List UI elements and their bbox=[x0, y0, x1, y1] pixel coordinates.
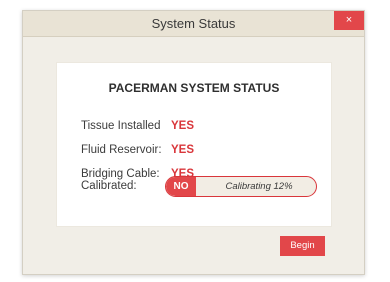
bridging-cable-label: Bridging Cable: bbox=[81, 168, 160, 180]
close-button[interactable]: × bbox=[334, 11, 364, 30]
tissue-installed-label: Tissue Installed bbox=[81, 120, 161, 132]
begin-button[interactable]: Begin bbox=[280, 236, 325, 256]
calibrated-value: NO bbox=[166, 177, 196, 196]
calibration-progress: NO Calibrating 12% bbox=[165, 176, 317, 197]
panel-title: PACERMAN SYSTEM STATUS bbox=[108, 81, 280, 95]
close-icon: × bbox=[345, 14, 353, 26]
calibration-status-text: Calibrating 12% bbox=[225, 181, 293, 192]
calibrated-label: Calibrated: bbox=[81, 180, 137, 192]
fluid-reservoir-label: Fluid Reservoir: bbox=[81, 144, 162, 156]
tissue-installed-value: YES bbox=[171, 120, 195, 132]
system-status-dialog: System Status × PACERMAN SYSTEM STATUS T… bbox=[22, 10, 365, 275]
status-panel: PACERMAN SYSTEM STATUS Tissue Installed … bbox=[56, 62, 332, 227]
title-bar: System Status × bbox=[23, 11, 364, 37]
fluid-reservoir-value: YES bbox=[171, 144, 195, 156]
dialog-title: System Status bbox=[151, 16, 236, 31]
